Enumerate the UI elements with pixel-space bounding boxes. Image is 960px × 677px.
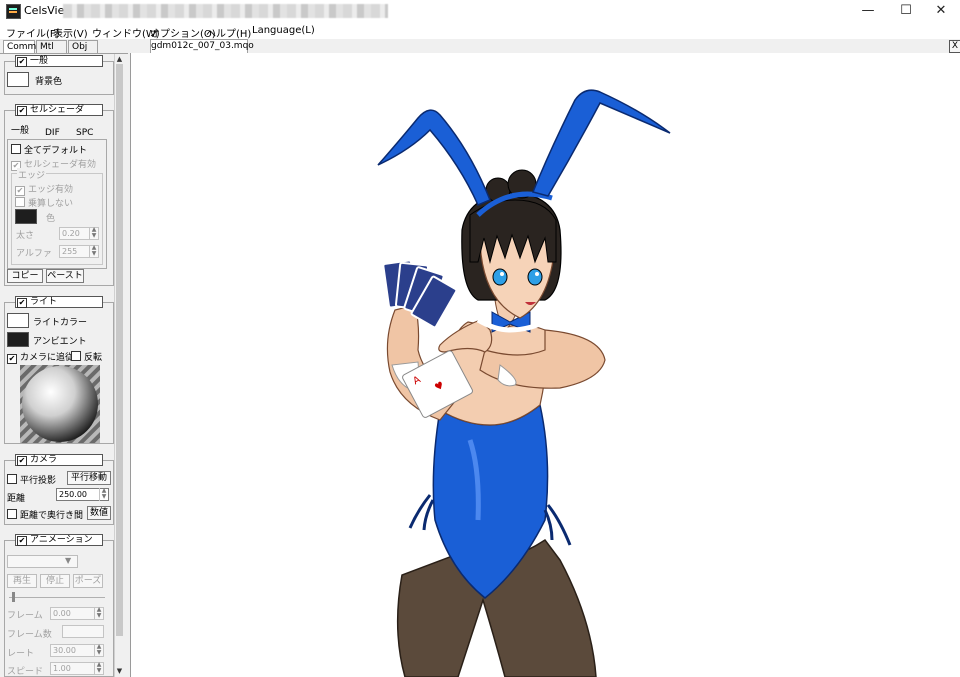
animation-checkbox[interactable]: ✔: [17, 536, 27, 546]
left-eye: [492, 268, 508, 286]
bunny-ear-right: [531, 89, 671, 197]
pose-button[interactable]: ポーズ: [73, 574, 103, 588]
ambient-color-swatch[interactable]: [7, 332, 29, 347]
menu-language[interactable]: Language(L): [252, 25, 315, 36]
scroll-up-arrow-icon[interactable]: ▲: [115, 55, 124, 64]
invert-option[interactable]: 反転: [71, 350, 102, 363]
document-tab[interactable]: gdm012c_007_03.mqo: [150, 39, 254, 53]
general-checkbox[interactable]: ✔: [17, 57, 27, 67]
right-side-lace: [543, 504, 572, 546]
distance-depth-checkbox[interactable]: [7, 509, 17, 519]
ambient-label: アンビエント: [33, 337, 87, 347]
chevron-down-icon: ▼: [65, 556, 72, 565]
alpha-label: アルファ: [16, 249, 52, 259]
distance-label: 距離: [7, 494, 26, 504]
speed-spin-arrows-icon[interactable]: ▲ ▼: [94, 662, 103, 675]
follow-camera-checkbox[interactable]: ✔: [7, 354, 17, 364]
camera-checkbox[interactable]: ✔: [17, 456, 27, 466]
light-color-label: ライトカラー: [33, 318, 88, 328]
animation-group-title[interactable]: ✔ アニメーション: [15, 534, 103, 546]
left-side-lace: [408, 494, 435, 531]
rate-spin-arrows-icon[interactable]: ▲ ▼: [94, 644, 103, 657]
app-icon[interactable]: [6, 4, 21, 19]
background-color-label: 背景色: [35, 77, 63, 87]
scroll-thumb[interactable]: [116, 64, 123, 636]
stop-button[interactable]: 停止: [40, 574, 70, 588]
rate-label: レート: [7, 649, 35, 659]
numeric-button[interactable]: 数値: [87, 506, 111, 520]
invert-checkbox[interactable]: [71, 351, 81, 361]
background-color-swatch[interactable]: [7, 72, 29, 87]
rendered-character-model: A ♥: [377, 89, 671, 677]
menu-file[interactable]: ファイル(F): [6, 25, 60, 40]
play-button[interactable]: 再生: [7, 574, 37, 588]
parallel-projection-checkbox[interactable]: [7, 474, 17, 484]
camera-group-title[interactable]: ✔ カメラ: [15, 454, 103, 466]
title-redacted: [63, 4, 388, 18]
follow-camera-option[interactable]: ✔ カメラに追従: [7, 350, 74, 364]
no-multiply-checkbox[interactable]: [15, 197, 25, 207]
cel-tab-general[interactable]: 一般: [11, 125, 29, 138]
document-tab-strip: [130, 39, 960, 54]
tab-obj[interactable]: Obj: [68, 40, 98, 53]
menu-view[interactable]: 表示(V): [53, 25, 88, 40]
light-checkbox[interactable]: ✔: [17, 298, 27, 308]
edge-enabled-checkbox[interactable]: ✔: [15, 186, 25, 196]
distance-spin-arrows-icon[interactable]: ▲ ▼: [99, 488, 108, 501]
general-group-title[interactable]: ✔ 一般: [15, 55, 103, 67]
light-group-title[interactable]: ✔ ライト: [15, 296, 103, 308]
edge-enabled-option[interactable]: ✔ エッジ有効: [15, 182, 73, 196]
menu-help[interactable]: ヘルプ(H): [206, 25, 251, 40]
minimize-button[interactable]: —: [853, 0, 883, 22]
scroll-down-arrow-icon[interactable]: ▼: [115, 667, 124, 676]
cel-shader-checkbox[interactable]: ✔: [17, 106, 27, 116]
frame-count-input[interactable]: [62, 625, 104, 638]
maximize-button[interactable]: ☐: [891, 0, 921, 22]
close-button[interactable]: ✕: [926, 0, 956, 22]
no-multiply-option[interactable]: 乗算しない: [15, 196, 73, 209]
translate-button[interactable]: 平行移動: [67, 471, 111, 485]
paste-button[interactable]: ペースト: [46, 269, 84, 283]
light-direction-sphere[interactable]: [20, 365, 100, 443]
edge-group-title: エッジ: [17, 168, 47, 181]
frame-slider-track[interactable]: [9, 597, 105, 598]
tab-comm[interactable]: Comm: [3, 40, 36, 53]
all-default-option[interactable]: 全てデフォルト: [11, 143, 87, 156]
edge-color-label: 色: [46, 214, 56, 224]
right-eye: [527, 268, 543, 286]
frame-label: フレーム: [7, 611, 43, 621]
frame-count-label: フレーム数: [7, 630, 52, 640]
edge-color-swatch[interactable]: [15, 209, 37, 224]
panel-tab-divider: [0, 53, 128, 54]
frame-slider-thumb[interactable]: [12, 592, 15, 602]
frame-spin-arrows-icon[interactable]: ▲ ▼: [94, 607, 103, 620]
cel-shader-group-title[interactable]: ✔ セルシェーダ: [15, 104, 103, 116]
document-close-button[interactable]: X: [949, 40, 960, 53]
parallel-projection-option[interactable]: 平行投影: [7, 473, 56, 486]
thickness-spin-arrows-icon[interactable]: ▲ ▼: [89, 227, 98, 240]
all-default-checkbox[interactable]: [11, 144, 21, 154]
distance-depth-option[interactable]: 距離で奥行き間: [7, 508, 83, 521]
thickness-label: 太さ: [16, 231, 35, 241]
tab-mtl[interactable]: Mtl: [36, 40, 67, 53]
light-color-swatch[interactable]: [7, 313, 29, 328]
copy-button[interactable]: コピー: [7, 269, 43, 283]
alpha-spin-arrows-icon[interactable]: ▲ ▼: [89, 245, 98, 258]
speed-label: スピード: [7, 667, 44, 677]
bunny-ear-left: [377, 109, 491, 206]
